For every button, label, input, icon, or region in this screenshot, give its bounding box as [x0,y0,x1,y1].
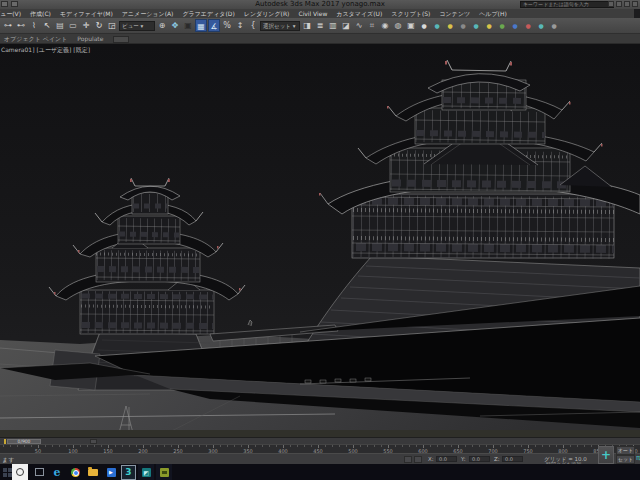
render-dot-9[interactable]: ● [522,19,534,32]
z-field[interactable]: 0.0 [502,456,523,462]
taskbar-search-button[interactable] [12,464,28,480]
menu-2[interactable]: 作成(C) [30,9,51,18]
menu-5[interactable]: グラフエディタ(D) [182,9,234,18]
help-icon[interactable] [632,1,638,7]
percent-snap[interactable]: % [221,19,233,32]
cortana-icon [16,468,24,476]
main-toolbar: ⊶⊷⌇↖▤▭✛↻◲ビュー ▾⊕✥▣▦∡%↕{選択セット ▾◨≣▥◪∿⌗◉◍▣●●… [0,18,640,34]
render-dot-4[interactable]: ● [457,19,469,32]
offset-mode-icon[interactable] [414,456,422,463]
file-explorer-icon[interactable] [85,464,101,480]
media-player-icon[interactable]: ▶ [103,464,119,480]
ribbon-collapse-handle[interactable] [113,36,129,43]
menu-10[interactable]: コンテンツ [439,9,470,18]
select-object[interactable]: ↖ [41,19,53,32]
layer-manager[interactable]: ▥ [327,19,339,32]
ref-coord-combo[interactable]: ビュー ▾ [119,21,155,31]
keyboard-override[interactable]: ▣ [182,19,194,32]
y-label: Y: [461,456,465,462]
task-view-button[interactable] [31,464,47,480]
select-and-rotate[interactable]: ↻ [93,19,105,32]
chrome-icon[interactable] [67,464,83,480]
menu-1[interactable]: ビュー(V) [0,9,21,18]
selection-region[interactable]: ▭ [67,19,79,32]
edge-icon[interactable]: e [49,464,65,480]
wireframe-scene [0,44,640,437]
ribbon-tab-object-paint[interactable]: オブジェクト ペイント [4,34,67,43]
menu-4[interactable]: アニメーション(A) [122,9,174,18]
ribbon-tab-populate[interactable]: Populate [77,34,103,43]
3ds-max-taskbar-icon[interactable]: 3 [121,465,136,480]
favorites-icon[interactable] [624,1,630,7]
render-dot-3[interactable]: ● [444,19,456,32]
render-dot-6[interactable]: ● [483,19,495,32]
render-dot-2[interactable]: ● [431,19,443,32]
render-dot-10[interactable]: ● [535,19,547,32]
image-viewer-icon[interactable] [156,464,172,480]
curve-editor[interactable]: ∿ [353,19,365,32]
search-placeholder: キーワードまたは語句を入力 [521,2,613,7]
status-bar: ます X: 0.0 Y: 0.0 Z: 0.0 グリッド = 10.0 時間タグ… [0,453,640,464]
3ds-max-window: Autodesk 3ds Max 2017 yonago.max キーワードまた… [0,0,640,480]
photos-app-icon[interactable]: ◩ [138,464,154,480]
menu-3[interactable]: モディファイヤ(M) [60,9,113,18]
edit-named-selection[interactable]: { [247,19,259,32]
set-key-button[interactable]: セット [616,455,635,464]
auto-key-button[interactable]: オート [616,446,635,455]
title-bar: Autodesk 3ds Max 2017 yonago.max キーワードまた… [0,0,640,9]
ribbon-bar: オブジェクト ペイント Populate [0,34,640,44]
select-and-link[interactable]: ⊶ [2,19,14,32]
bind-to-space-warp[interactable]: ⌇ [28,19,40,32]
camera-viewport[interactable]: Camera01] [ユーザ定義] [既定] [0,44,640,437]
y-field[interactable]: 0.0 [469,456,490,462]
menu-7[interactable]: Civil View [298,9,327,18]
render-dot-7[interactable]: ● [496,19,508,32]
render-setup[interactable]: ◍ [392,19,404,32]
menu-bar: ビュー(V) 作成(C) モディファイヤ(M) アニメーション(A) グラフエディタ(D… [0,9,634,18]
community-icon[interactable] [616,1,622,7]
spinner-snap[interactable]: ↕ [234,19,246,32]
menu-6[interactable]: レンダリング(R) [244,9,290,18]
track-bar[interactable]: 5010015020025030035040045050055060065070… [0,444,640,453]
select-and-move[interactable]: ✛ [80,19,92,32]
search-input[interactable]: キーワードまたは語句を入力 [520,1,614,8]
unlink-selection[interactable]: ⊷ [15,19,27,32]
snaps-toggle[interactable]: ▦ [195,19,207,32]
x-label: X: [428,456,434,462]
viewport-label[interactable]: Camera01] [ユーザ定義] [既定] [1,46,90,55]
menu-8[interactable]: カスタマイズ(U) [336,9,382,18]
angle-snap[interactable]: ∡ [208,19,220,32]
absolute-mode-icon[interactable] [404,456,412,463]
start-button[interactable] [2,464,12,480]
render-dot-5[interactable]: ● [470,19,482,32]
viewport-nav-icon[interactable]: π [636,454,640,462]
time-slider[interactable]: 0/900 [0,437,640,444]
named-sel-combo[interactable]: 選択セット ▾ [260,21,300,31]
render-dot-1[interactable]: ● [418,19,430,32]
isolate-selection-button[interactable]: + [598,446,614,464]
select-and-manipulate[interactable]: ✥ [169,19,181,32]
graphite-ribbon[interactable]: ◪ [340,19,352,32]
use-pivot-center[interactable]: ⊕ [156,19,168,32]
menu-9[interactable]: スクリプト(S) [391,9,430,18]
windows-taskbar: e ▶ 3 ◩ [0,464,640,480]
z-label: Z: [494,456,500,462]
sign-in-icon[interactable] [608,1,614,7]
render-dot-8[interactable]: ● [509,19,521,32]
select-and-scale[interactable]: ◲ [106,19,118,32]
material-editor[interactable]: ◉ [379,19,391,32]
mirror[interactable]: ◨ [301,19,313,32]
menu-11[interactable]: ヘルプ(H) [479,9,507,18]
align[interactable]: ≣ [314,19,326,32]
rendered-frame[interactable]: ▣ [405,19,417,32]
schematic-view[interactable]: ⌗ [366,19,378,32]
select-by-name[interactable]: ▤ [54,19,66,32]
render-dot-11[interactable]: ● [548,19,560,32]
x-field[interactable]: 0.0 [436,456,457,462]
